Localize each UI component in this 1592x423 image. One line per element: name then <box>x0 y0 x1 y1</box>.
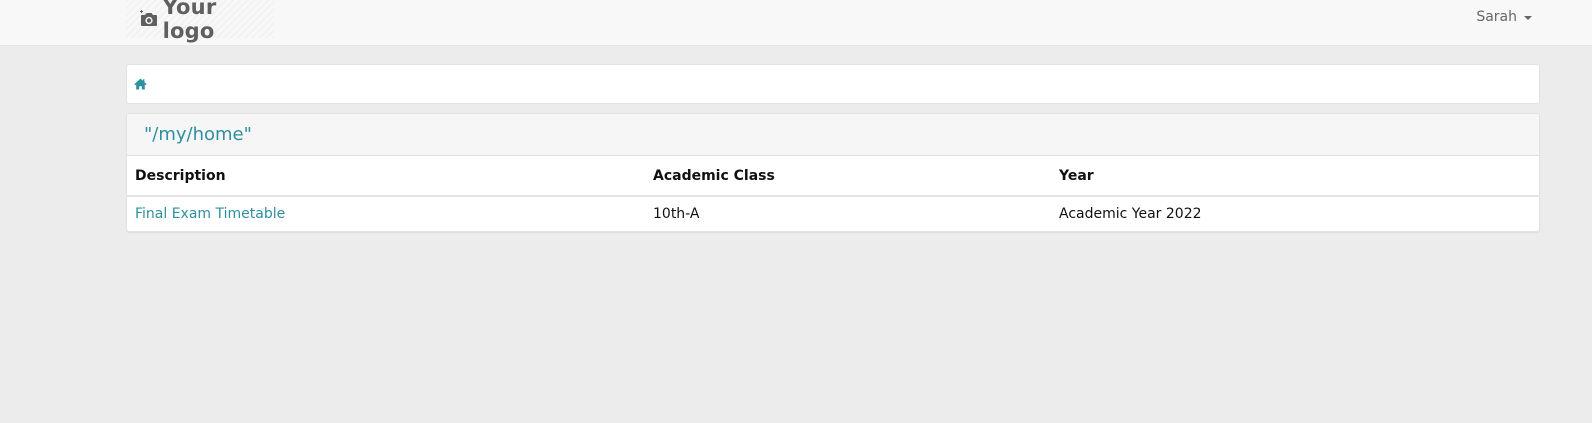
camera-icon <box>135 5 163 33</box>
home-icon[interactable] <box>133 77 147 91</box>
panel-heading: "/my/home" <box>127 114 1539 156</box>
cell-academic-class: 10th-A <box>653 206 700 222</box>
user-menu-dropdown[interactable]: Sarah <box>1476 9 1532 25</box>
top-navbar: Your logo Sarah <box>0 0 1592 46</box>
cell-description: Final Exam Timetable <box>127 196 645 231</box>
documents-panel: "/my/home" Description Academic Class Ye… <box>126 113 1540 232</box>
caret-down-icon <box>1524 16 1532 20</box>
user-name: Sarah <box>1476 9 1517 25</box>
documents-table: Description Academic Class Year Final Ex… <box>127 156 1539 231</box>
column-header-year: Year <box>1051 156 1539 197</box>
column-header-description: Description <box>127 156 645 197</box>
table-row: Final Exam Timetable 10th-A Academic Yea… <box>127 196 1539 231</box>
logo[interactable]: Your logo <box>126 0 274 43</box>
column-header-academic-class: Academic Class <box>645 156 1051 197</box>
document-link[interactable]: Final Exam Timetable <box>135 206 285 222</box>
logo-text: Your logo <box>162 0 217 43</box>
table-header-row: Description Academic Class Year <box>127 156 1539 197</box>
panel-title: "/my/home" <box>144 124 252 145</box>
breadcrumb <box>126 64 1540 104</box>
cell-year: Academic Year 2022 <box>1059 206 1202 222</box>
